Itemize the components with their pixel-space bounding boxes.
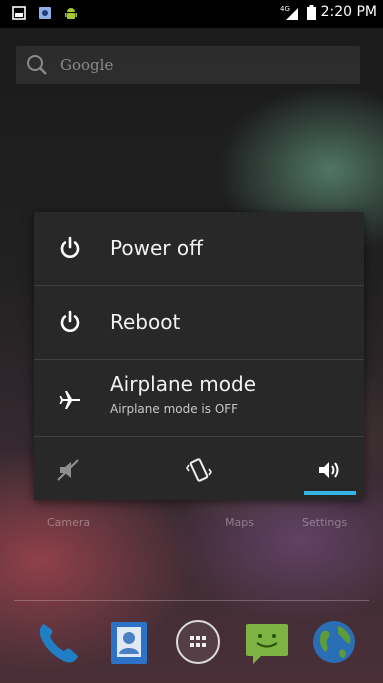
power-off-item[interactable]: Power off <box>34 212 364 286</box>
status-bar: 4G 2:20 PM <box>0 0 383 28</box>
search-placeholder: Google <box>60 56 114 74</box>
airplane-mode-label: Airplane mode <box>110 372 257 396</box>
app-notification-icon <box>39 7 51 19</box>
dock <box>0 612 383 672</box>
dock-divider <box>14 600 369 601</box>
power-menu-dialog: Power off Reboot Airplane mode Airplane … <box>34 212 364 500</box>
power-off-label: Power off <box>110 236 203 260</box>
signal-icon: 4G <box>280 5 298 20</box>
contacts-icon[interactable] <box>105 618 153 666</box>
airplane-icon <box>59 391 80 409</box>
sound-on-icon[interactable] <box>314 455 344 485</box>
browser-icon[interactable] <box>310 618 358 666</box>
power-icon <box>60 310 80 332</box>
maps-label[interactable]: Maps <box>225 516 254 529</box>
search-icon <box>27 55 47 75</box>
power-icon <box>60 236 80 258</box>
airplane-mode-status: Airplane mode is OFF <box>110 402 239 416</box>
vibrate-icon[interactable] <box>184 455 214 485</box>
reboot-label: Reboot <box>110 310 181 334</box>
home-screen: 4G 2:20 PM Google Camera Maps Settings P… <box>0 0 383 683</box>
google-search-bar[interactable]: Google <box>16 46 360 84</box>
android-notification-icon <box>65 8 77 19</box>
airplane-mode-item[interactable]: Airplane mode Airplane mode is OFF <box>34 360 364 437</box>
clock: 2:20 PM <box>320 4 377 20</box>
messaging-icon[interactable] <box>243 618 291 666</box>
camera-label[interactable]: Camera <box>47 516 90 529</box>
network-type-label: 4G <box>280 5 290 13</box>
reboot-item[interactable]: Reboot <box>34 286 364 360</box>
settings-label[interactable]: Settings <box>302 516 347 529</box>
sound-mode-row <box>34 437 364 500</box>
phone-icon[interactable] <box>34 618 82 666</box>
picture-notification-icon <box>12 6 26 20</box>
silent-icon[interactable] <box>54 455 84 485</box>
app-drawer-icon[interactable] <box>174 618 222 666</box>
selected-sound-indicator <box>304 491 356 495</box>
battery-icon <box>306 4 316 20</box>
